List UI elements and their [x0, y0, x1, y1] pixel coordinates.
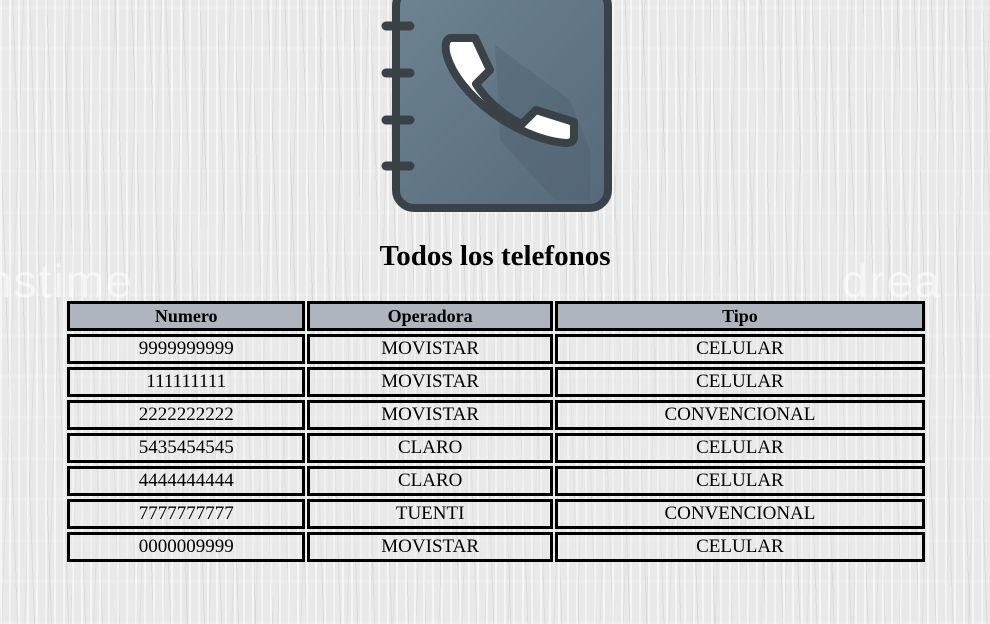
cell-numero: 5435454545: [67, 433, 306, 463]
cell-tipo: CELULAR: [554, 466, 925, 496]
cell-operadora: MOVISTAR: [307, 367, 553, 397]
cell-operadora: MOVISTAR: [307, 400, 553, 430]
table-row: 4444444444 CLARO CELULAR: [67, 466, 925, 496]
cell-operadora: CLARO: [307, 466, 553, 496]
cell-operadora: MOVISTAR: [307, 334, 553, 364]
page-title: Todos los telefonos: [379, 240, 611, 272]
table-row: 9999999999 MOVISTAR CELULAR: [67, 334, 925, 364]
cell-tipo: CONVENCIONAL: [554, 400, 925, 430]
phone-book-icon: [381, 0, 612, 212]
column-header-operadora: Operadora: [307, 301, 553, 331]
column-header-numero: Numero: [67, 301, 306, 331]
cell-operadora: CLARO: [307, 433, 553, 463]
cell-numero: 0000009999: [67, 532, 306, 562]
column-header-tipo: Tipo: [554, 301, 925, 331]
cell-numero: 111111111: [67, 367, 306, 397]
cell-operadora: MOVISTAR: [307, 532, 553, 562]
table-row: 5435454545 CLARO CELULAR: [67, 433, 925, 463]
phones-table: Numero Operadora Tipo 9999999999 MOVISTA…: [65, 298, 927, 565]
cell-operadora: TUENTI: [307, 499, 553, 529]
cell-numero: 4444444444: [67, 466, 306, 496]
table-row: 7777777777 TUENTI CONVENCIONAL: [67, 499, 925, 529]
cell-tipo: CELULAR: [554, 334, 925, 364]
cell-numero: 2222222222: [67, 400, 306, 430]
table-row: 111111111 MOVISTAR CELULAR: [67, 367, 925, 397]
cell-numero: 7777777777: [67, 499, 306, 529]
cell-tipo: CELULAR: [554, 532, 925, 562]
table-header-row: Numero Operadora Tipo: [67, 301, 925, 331]
table-row: 0000009999 MOVISTAR CELULAR: [67, 532, 925, 562]
table-row: 2222222222 MOVISTAR CONVENCIONAL: [67, 400, 925, 430]
cell-tipo: CELULAR: [554, 433, 925, 463]
cell-numero: 9999999999: [67, 334, 306, 364]
cell-tipo: CONVENCIONAL: [554, 499, 925, 529]
cell-tipo: CELULAR: [554, 367, 925, 397]
